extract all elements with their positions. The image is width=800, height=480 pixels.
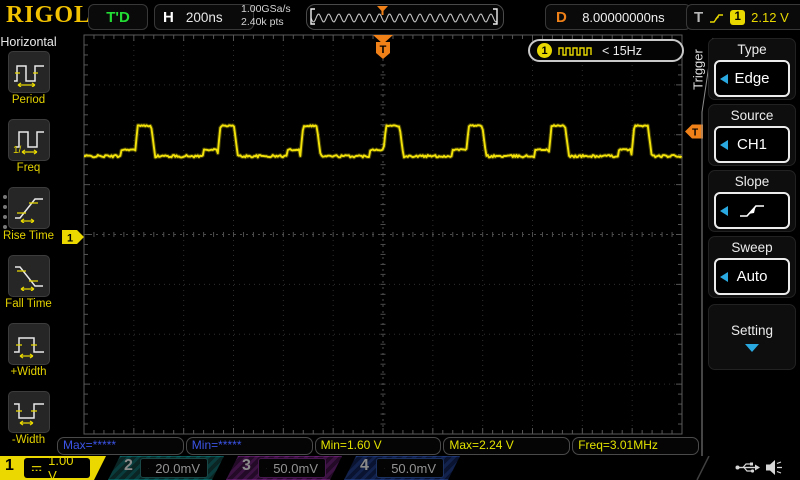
trigger-source-section: Source CH1	[708, 104, 796, 166]
channel-2-button[interactable]: 2 20.0mV	[108, 456, 224, 480]
menu-item-period[interactable]: Period	[0, 51, 57, 117]
waveform-memory-preview[interactable]	[306, 4, 504, 30]
channel-4-button[interactable]: 4 50.0mV	[344, 456, 460, 480]
svg-text:1: 1	[67, 233, 73, 245]
pulse-train-icon	[558, 45, 596, 57]
trigger-status-badge: T'D	[88, 4, 148, 30]
speaker-off-icon	[765, 459, 784, 476]
menu-item-freq[interactable]: 1/ Freq	[0, 119, 57, 185]
left-arrow-icon	[720, 272, 728, 282]
measurement-cell: Max=2.24 V	[443, 437, 570, 455]
channel-3-button[interactable]: 3 50.0mV	[226, 456, 342, 480]
trigger-slope-section: Slope	[708, 170, 796, 232]
measurement-cell: Max=*****	[57, 437, 184, 455]
left-arrow-icon	[720, 206, 728, 216]
oscilloscope-screen: RIGOL T'D H 200ns 1.00GSa/s 2.40k pts D …	[0, 0, 800, 480]
dc-coupling-icon	[148, 464, 149, 473]
down-arrow-icon	[745, 344, 759, 352]
right-menu-trigger: Trigger Type Edge Source CH1 Slope	[705, 32, 800, 456]
trigger-source-button[interactable]: CH1	[714, 126, 790, 163]
badge-condition: < 15Hz	[602, 44, 642, 58]
scroll-dot	[3, 205, 7, 209]
h-label: H	[163, 9, 174, 26]
trigger-delay-box[interactable]: D 8.00000000ns	[545, 4, 691, 30]
svg-text:1/: 1/	[13, 145, 22, 155]
period-icon	[12, 57, 46, 87]
badge-channel: 1	[537, 43, 552, 58]
scroll-dot	[3, 225, 7, 229]
trigger-source-badge: 1	[730, 10, 745, 25]
trigger-sweep-button[interactable]: Auto	[714, 258, 790, 295]
svg-text:T: T	[380, 44, 387, 56]
minus-width-icon	[12, 397, 46, 427]
scope-display: T1T 1 < 15Hz	[57, 32, 705, 456]
bar-divider	[694, 456, 710, 480]
trigger-slope-button[interactable]	[714, 192, 790, 229]
fall-time-icon	[12, 261, 46, 291]
channel-status-bar: 1 1.00 V 2 20.0mV 3	[0, 456, 800, 480]
rising-edge-icon	[709, 11, 724, 24]
trigger-position-marker[interactable]: T	[373, 35, 393, 59]
trigger-freq-badge: 1 < 15Hz	[528, 39, 684, 62]
acquisition-info: 1.00GSa/s 2.40k pts	[241, 3, 291, 29]
trigger-info-box[interactable]: T 1 2.12 V	[686, 4, 800, 30]
trigger-type-button[interactable]: Edge	[714, 60, 790, 97]
trigger-label: T	[694, 9, 703, 26]
usb-icon	[735, 461, 760, 474]
trigger-level-value: 2.12 V	[751, 10, 789, 25]
trigger-sweep-section: Sweep Auto	[708, 236, 796, 298]
scroll-dot	[3, 195, 7, 199]
delay-value: 8.00000000ns	[582, 10, 664, 25]
channel1-level-marker[interactable]: 1	[62, 230, 84, 245]
left-menu-title: Horizontal	[0, 35, 57, 49]
graticule-and-trace: T1T	[57, 32, 705, 456]
left-arrow-icon	[720, 74, 728, 84]
menu-item-minus-width[interactable]: -Width	[0, 391, 57, 457]
dc-coupling-icon	[31, 464, 42, 473]
measurement-cell: Freq=3.01MHz	[572, 437, 699, 455]
timebase-value: 200ns	[186, 10, 223, 25]
menu-item-rise-time[interactable]: Rise Time	[0, 187, 57, 253]
measurement-cell: Min=1.60 V	[315, 437, 442, 455]
horizontal-timebase-box[interactable]: H 200ns	[154, 4, 254, 30]
scroll-dot	[3, 215, 7, 219]
plus-width-icon	[12, 329, 46, 359]
trigger-status-text: T'D	[106, 9, 130, 26]
sample-rate: 1.00GSa/s	[241, 3, 291, 16]
right-menu-title: Trigger	[691, 40, 706, 100]
measurement-bar: Max=***** Min=***** Min=1.60 V Max=2.24 …	[57, 437, 699, 455]
preview-trigger-marker	[377, 6, 388, 15]
dc-coupling-icon	[384, 464, 385, 473]
dc-coupling-icon	[266, 464, 267, 473]
channel-1-button[interactable]: 1 1.00 V	[0, 456, 106, 480]
trigger-setting-section[interactable]: Setting	[708, 304, 796, 370]
delay-label: D	[556, 9, 567, 26]
memory-waveform-icon	[307, 5, 501, 27]
trigger-type-section: Type Edge	[708, 38, 796, 100]
left-menu-horizontal: Horizontal Period 1/ Freq Rise T	[0, 32, 57, 456]
rising-slope-icon	[737, 202, 767, 220]
menu-item-plus-width[interactable]: +Width	[0, 323, 57, 389]
menu-item-fall-time[interactable]: Fall Time	[0, 255, 57, 321]
freq-icon: 1/	[12, 125, 46, 155]
rise-time-icon	[12, 193, 46, 223]
left-arrow-icon	[720, 140, 728, 150]
memory-depth: 2.40k pts	[241, 16, 291, 29]
measurement-cell: Min=*****	[186, 437, 313, 455]
rigol-logo: RIGOL	[6, 2, 91, 29]
